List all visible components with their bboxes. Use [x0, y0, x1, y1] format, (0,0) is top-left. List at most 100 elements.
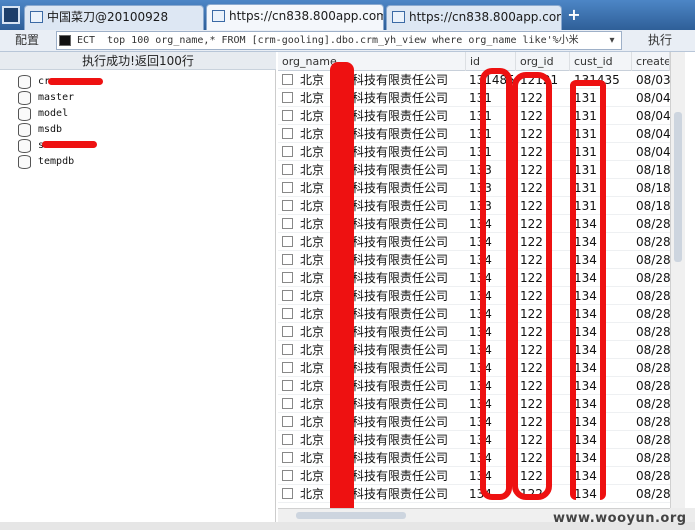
row-checkbox[interactable]: [282, 290, 293, 301]
org-name-prefix: 北京: [300, 271, 325, 285]
query-toolbar: 配置 ▾ 执行: [0, 30, 695, 52]
column-header[interactable]: create: [632, 52, 670, 71]
org-name-prefix: 北京: [300, 199, 325, 213]
db-item[interactable]: tempdb: [18, 154, 218, 170]
row-checkbox[interactable]: [282, 488, 293, 499]
database-icon: [18, 75, 31, 89]
chevron-down-icon[interactable]: ▾: [605, 33, 619, 48]
tab-url-1[interactable]: https://cn838.800app.com/U...: [206, 4, 384, 30]
org-name-prefix: 北京: [300, 235, 325, 249]
org-name-suffix: 科技有限责任公司: [352, 217, 449, 231]
row-checkbox[interactable]: [282, 254, 293, 265]
org-name-prefix: 北京: [300, 145, 325, 159]
org-name-prefix: 北京: [300, 487, 325, 501]
org-name-suffix: 科技有限责任公司: [352, 163, 449, 177]
create-cell: 08/28.: [636, 253, 670, 267]
redaction-mark: [512, 72, 552, 500]
org-name-suffix: 科技有限责任公司: [352, 253, 449, 267]
column-header[interactable]: org_id: [516, 52, 570, 71]
row-checkbox[interactable]: [282, 164, 293, 175]
database-icon: [18, 139, 31, 153]
row-checkbox[interactable]: [282, 308, 293, 319]
page-icon: [212, 10, 225, 22]
row-checkbox[interactable]: [282, 92, 293, 103]
scroll-thumb[interactable]: [296, 512, 406, 519]
org-name-suffix: 科技有限责任公司: [352, 91, 449, 105]
redaction-mark: [42, 141, 97, 148]
row-checkbox[interactable]: [282, 398, 293, 409]
org-name-suffix: 科技有限责任公司: [352, 181, 449, 195]
create-cell: 08/28.: [636, 469, 670, 483]
org-name-prefix: 北京: [300, 253, 325, 267]
sql-input[interactable]: [77, 32, 597, 49]
window-icon: [30, 11, 43, 23]
tab-caidao[interactable]: 中国菜刀@20100928: [24, 5, 204, 30]
org-name-suffix: 科技有限责任公司: [352, 325, 449, 339]
org-name-prefix: 北京: [300, 91, 325, 105]
row-checkbox[interactable]: [282, 452, 293, 463]
row-checkbox[interactable]: [282, 434, 293, 445]
create-cell: 08/28.: [636, 379, 670, 393]
create-cell: 08/28.: [636, 451, 670, 465]
create-cell: 08/18.: [636, 199, 670, 213]
db-label: msdb: [38, 124, 63, 135]
org-name-suffix: 科技有限责任公司: [352, 361, 449, 375]
row-checkbox[interactable]: [282, 326, 293, 337]
db-item[interactable]: msdb: [18, 122, 218, 138]
create-cell: 08/18.: [636, 163, 670, 177]
scroll-thumb[interactable]: [674, 112, 682, 262]
db-item[interactable]: master: [18, 90, 218, 106]
org-name-suffix: 科技有限责任公司: [352, 379, 449, 393]
db-label: tempdb: [38, 156, 75, 167]
tab-bar: 中国菜刀@20100928 https://cn838.800app.com/U…: [0, 0, 695, 30]
row-checkbox[interactable]: [282, 236, 293, 247]
org-name-prefix: 北京: [300, 415, 325, 429]
org-name-suffix: 科技有限责任公司: [352, 433, 449, 447]
row-checkbox[interactable]: [282, 128, 293, 139]
org-name-suffix: 科技有限责任公司: [352, 235, 449, 249]
row-checkbox[interactable]: [282, 200, 293, 211]
row-checkbox[interactable]: [282, 218, 293, 229]
org-name-prefix: 北京: [300, 163, 325, 177]
row-checkbox[interactable]: [282, 416, 293, 427]
page-icon: [392, 11, 405, 23]
tab-label: https://cn838.800app.com/U...: [409, 10, 561, 24]
redaction-mark: [480, 68, 512, 500]
org-name-suffix: 科技有限责任公司: [352, 127, 449, 141]
execute-button[interactable]: 执行: [628, 31, 692, 50]
row-checkbox[interactable]: [282, 380, 293, 391]
org-name-suffix: 科技有限责任公司: [352, 307, 449, 321]
row-checkbox[interactable]: [282, 110, 293, 121]
org-name-prefix: 北京: [300, 217, 325, 231]
config-button[interactable]: 配置: [4, 31, 50, 50]
row-checkbox[interactable]: [282, 146, 293, 157]
create-cell: 08/18.: [636, 181, 670, 195]
org-name-prefix: 北京: [300, 289, 325, 303]
row-checkbox[interactable]: [282, 182, 293, 193]
database-icon: [18, 155, 31, 169]
tab-url-2[interactable]: https://cn838.800app.com/U...: [386, 5, 562, 30]
terminal-icon: [59, 35, 71, 46]
redaction-mark: [330, 62, 354, 518]
create-cell: 08/28.: [636, 217, 670, 231]
row-checkbox[interactable]: [282, 470, 293, 481]
column-header[interactable]: cust_id: [570, 52, 632, 71]
column-header[interactable]: org_name: [278, 52, 466, 71]
db-item[interactable]: model: [18, 106, 218, 122]
org-name-suffix: 科技有限责任公司: [352, 415, 449, 429]
org-name-prefix: 北京: [300, 469, 325, 483]
row-checkbox[interactable]: [282, 272, 293, 283]
create-cell: 08/04.: [636, 109, 670, 123]
app-menu-icon[interactable]: [2, 6, 20, 24]
database-icon: [18, 123, 31, 137]
row-checkbox[interactable]: [282, 74, 293, 85]
create-cell: 08/28.: [636, 235, 670, 249]
org-name-suffix: 科技有限责任公司: [352, 73, 449, 87]
vertical-scrollbar[interactable]: [670, 52, 685, 508]
org-name-suffix: 科技有限责任公司: [352, 469, 449, 483]
org-name-prefix: 北京: [300, 109, 325, 123]
create-cell: 08/28.: [636, 397, 670, 411]
row-checkbox[interactable]: [282, 362, 293, 373]
new-tab-icon[interactable]: +: [566, 6, 582, 24]
row-checkbox[interactable]: [282, 344, 293, 355]
